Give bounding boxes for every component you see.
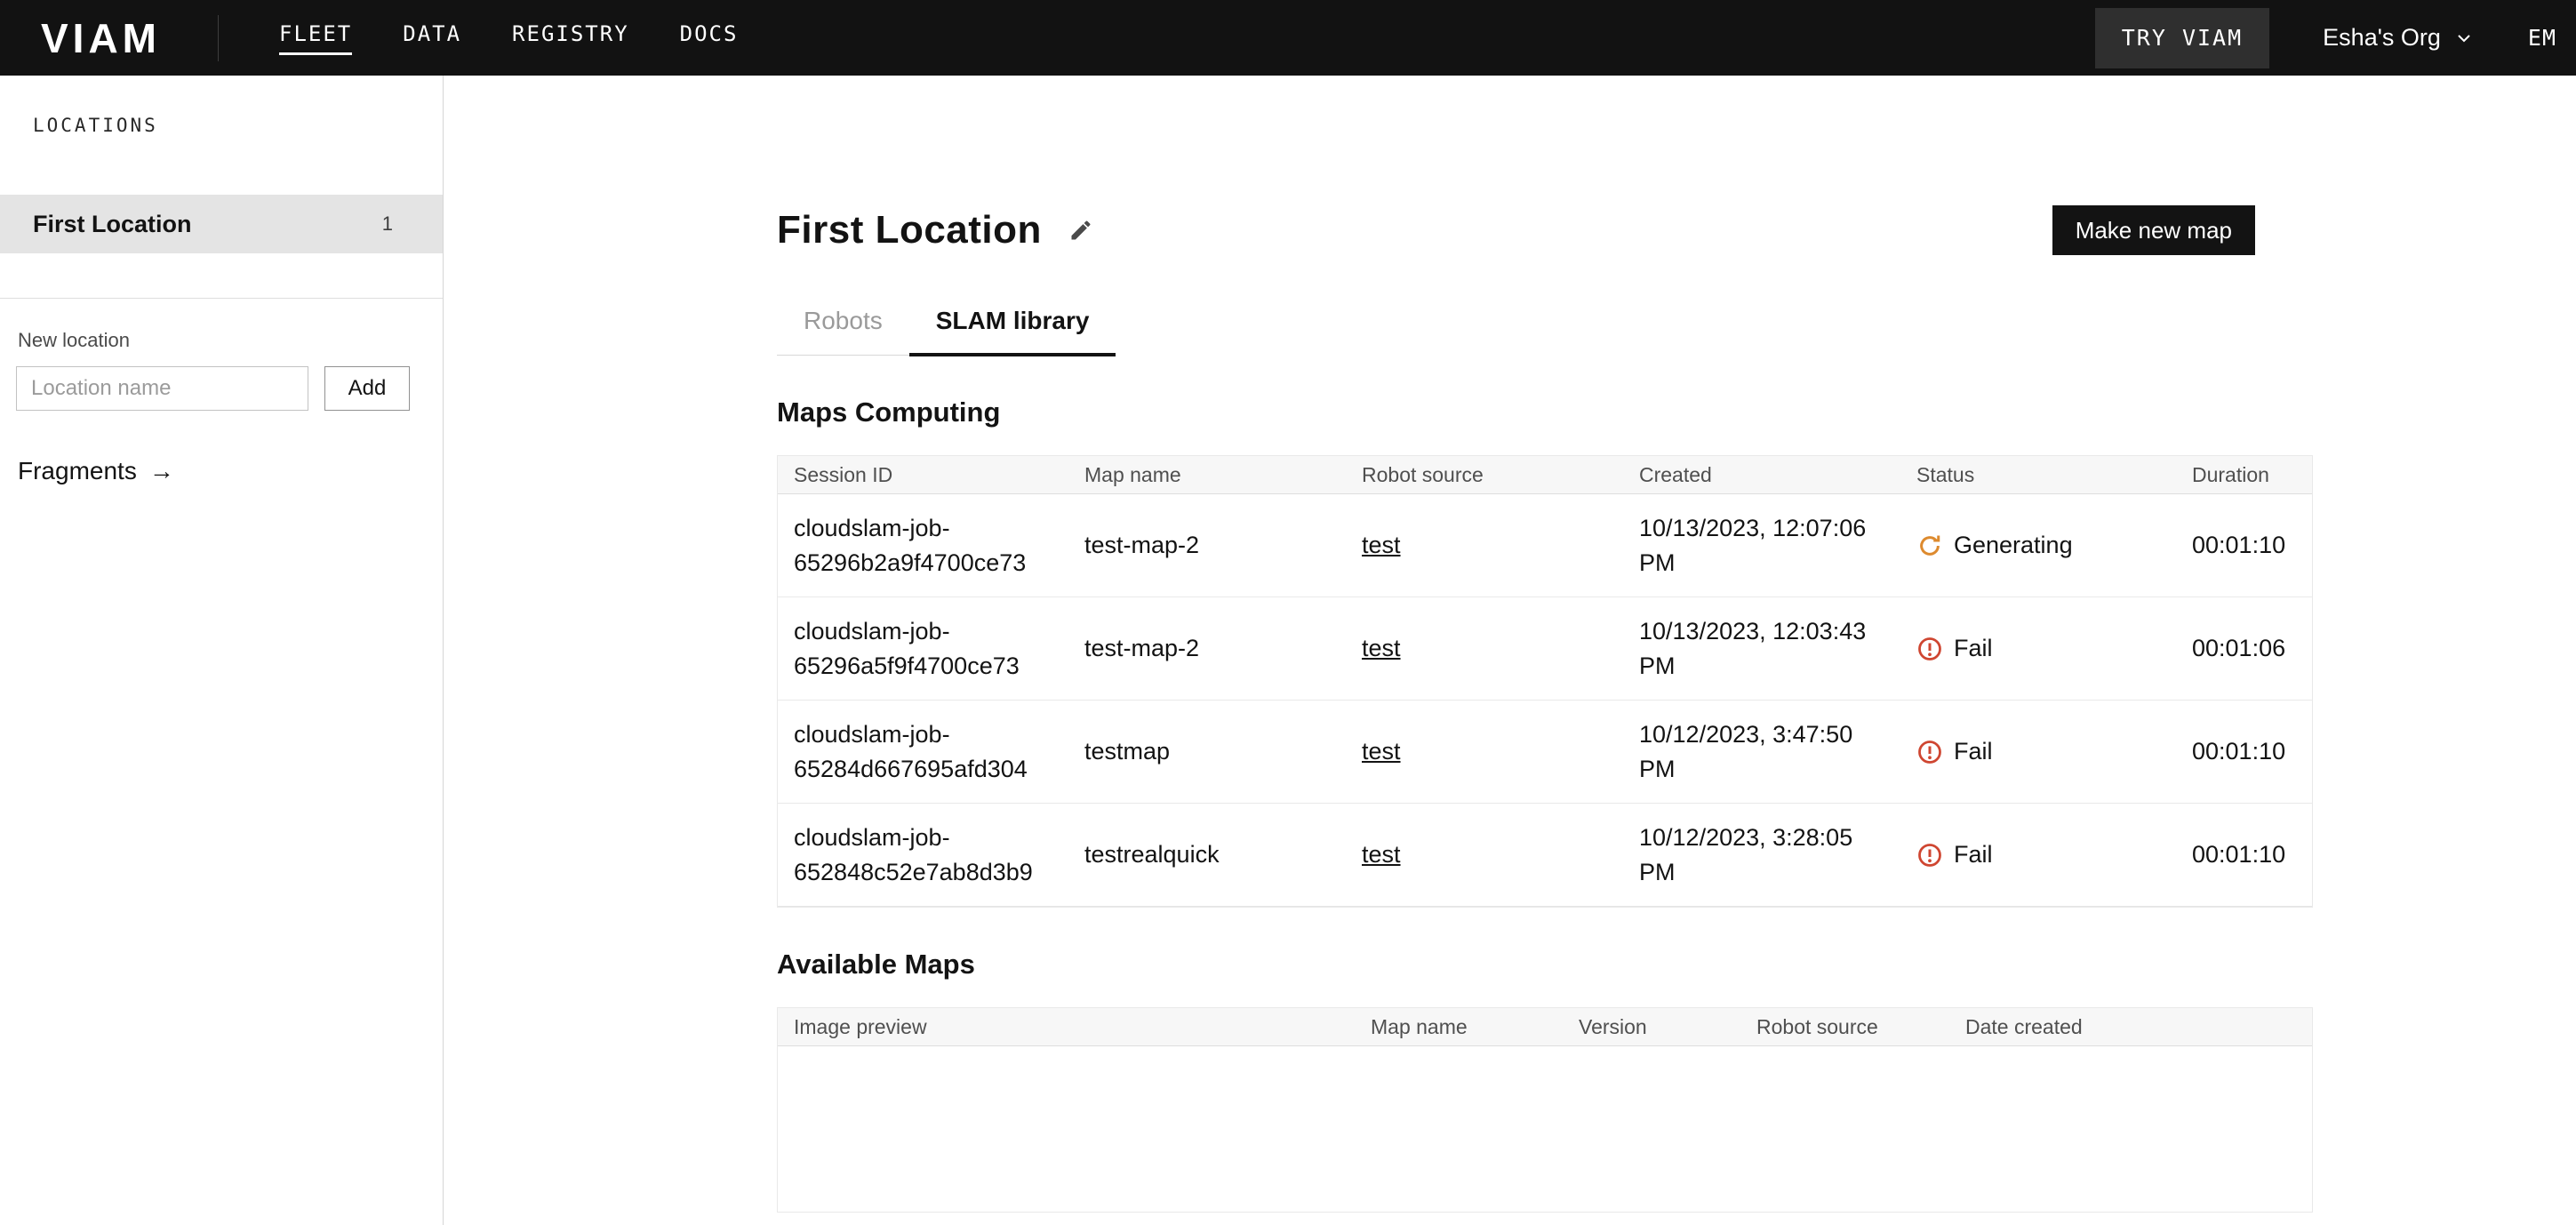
map-name-cell: test-map-2 bbox=[1068, 514, 1346, 576]
session-id-cell: cloudslam-job-652848c52e7ab8d3b9 bbox=[778, 806, 1068, 903]
status-label: Fail bbox=[1954, 841, 1993, 869]
duration-cell: 00:01:10 bbox=[2176, 720, 2312, 782]
table-row: cloudslam-job-65296a5f9f4700ce73 test-ma… bbox=[778, 597, 2312, 701]
table-row: cloudslam-job-652848c52e7ab8d3b9 testrea… bbox=[778, 804, 2312, 907]
maps-computing-table: Session ID Map name Robot source Created… bbox=[777, 455, 2313, 908]
map-name-cell: testrealquick bbox=[1068, 823, 1346, 885]
edit-location-name-icon[interactable] bbox=[1068, 218, 1093, 243]
duration-cell: 00:01:10 bbox=[2176, 514, 2312, 576]
status-label: Generating bbox=[1954, 532, 2073, 559]
topbar-right-group: TRY VIAM Esha's Org EM bbox=[2095, 8, 2556, 68]
available-maps-header: Image preview Map name Version Robot sou… bbox=[778, 1008, 2312, 1046]
status-fail-icon bbox=[1916, 636, 1943, 662]
page-title: First Location bbox=[777, 208, 1042, 252]
new-location-controls: Add bbox=[16, 366, 443, 411]
nav-item-data[interactable]: DATA bbox=[403, 21, 461, 55]
viam-logo[interactable]: VIAM bbox=[41, 14, 161, 62]
main-panel: First Location Make new map Robots SLAM … bbox=[444, 76, 2576, 1225]
status-label: Fail bbox=[1954, 635, 1993, 662]
nav-item-registry[interactable]: REGISTRY bbox=[512, 21, 629, 55]
make-new-map-button[interactable]: Make new map bbox=[2052, 205, 2255, 255]
location-tabs: Robots SLAM library bbox=[777, 307, 1116, 356]
available-maps-table: Image preview Map name Version Robot sou… bbox=[777, 1007, 2313, 1213]
user-avatar-initials[interactable]: EM bbox=[2528, 25, 2556, 51]
try-viam-button[interactable]: TRY VIAM bbox=[2095, 8, 2269, 68]
col-date-created: Date created bbox=[1949, 1015, 2312, 1039]
status-cell: Generating bbox=[1900, 532, 2176, 559]
fragments-label: Fragments bbox=[18, 457, 137, 485]
add-location-button[interactable]: Add bbox=[324, 366, 410, 411]
col-robot-source: Robot source bbox=[1346, 463, 1623, 487]
table-row: cloudslam-job-65284d667695afd304 testmap… bbox=[778, 701, 2312, 804]
session-id-cell: cloudslam-job-65284d667695afd304 bbox=[778, 703, 1068, 800]
created-cell: 10/13/2023, 12:03:43 PM bbox=[1623, 600, 1900, 697]
status-fail-icon bbox=[1916, 739, 1943, 765]
col-duration: Duration bbox=[2176, 463, 2312, 487]
sidebar-item-first-location[interactable]: First Location 1 bbox=[0, 195, 443, 253]
created-cell: 10/12/2023, 3:47:50 PM bbox=[1623, 703, 1900, 800]
robot-source-link[interactable]: test bbox=[1362, 532, 1401, 558]
robot-source-link[interactable]: test bbox=[1362, 738, 1401, 765]
status-label: Fail bbox=[1954, 738, 1993, 765]
status-cell: Fail bbox=[1900, 738, 2176, 765]
table-row: cloudslam-job-65296b2a9f4700ce73 test-ma… bbox=[778, 494, 2312, 597]
primary-nav: FLEET DATA REGISTRY DOCS bbox=[279, 21, 738, 55]
org-switcher[interactable]: Esha's Org bbox=[2323, 24, 2475, 52]
robot-source-link[interactable]: test bbox=[1362, 841, 1401, 868]
status-generating-icon bbox=[1916, 532, 1943, 559]
fragments-link[interactable]: Fragments → bbox=[18, 457, 443, 485]
tab-slam-library[interactable]: SLAM library bbox=[909, 307, 1116, 355]
tab-robots[interactable]: Robots bbox=[777, 307, 909, 355]
maps-computing-header: Session ID Map name Robot source Created… bbox=[778, 456, 2312, 494]
status-cell: Fail bbox=[1900, 841, 2176, 869]
created-cell: 10/13/2023, 12:07:06 PM bbox=[1623, 497, 1900, 594]
status-cell: Fail bbox=[1900, 635, 2176, 662]
sidebar-divider bbox=[0, 298, 443, 299]
col-image-preview: Image preview bbox=[778, 1015, 1355, 1039]
sidebar-heading: LOCATIONS bbox=[0, 76, 443, 136]
col-session-id: Session ID bbox=[778, 463, 1068, 487]
org-name: Esha's Org bbox=[2323, 24, 2441, 52]
top-navigation-bar: VIAM FLEET DATA REGISTRY DOCS TRY VIAM E… bbox=[0, 0, 2576, 76]
duration-cell: 00:01:10 bbox=[2176, 823, 2312, 885]
title-row: First Location Make new map bbox=[777, 205, 2313, 255]
col-map-name: Map name bbox=[1355, 1015, 1563, 1039]
nav-item-fleet[interactable]: FLEET bbox=[279, 21, 352, 55]
topbar-divider bbox=[218, 15, 219, 61]
available-maps-heading: Available Maps bbox=[777, 949, 2313, 981]
location-content: First Location Make new map Robots SLAM … bbox=[777, 205, 2313, 1213]
new-location-input[interactable] bbox=[16, 366, 308, 411]
duration-cell: 00:01:06 bbox=[2176, 617, 2312, 679]
maps-computing-heading: Maps Computing bbox=[777, 396, 2313, 428]
map-name-cell: testmap bbox=[1068, 720, 1346, 782]
status-fail-icon bbox=[1916, 842, 1943, 869]
col-version: Version bbox=[1563, 1015, 1740, 1039]
session-id-cell: cloudslam-job-65296b2a9f4700ce73 bbox=[778, 497, 1068, 594]
available-maps-empty-body bbox=[778, 1046, 2312, 1212]
nav-item-docs[interactable]: DOCS bbox=[680, 21, 739, 55]
map-name-cell: test-map-2 bbox=[1068, 617, 1346, 679]
new-location-label: New location bbox=[18, 329, 443, 352]
col-status: Status bbox=[1900, 463, 2176, 487]
chevron-down-icon bbox=[2453, 28, 2475, 49]
col-robot-source: Robot source bbox=[1740, 1015, 1949, 1039]
location-robot-count: 1 bbox=[382, 212, 393, 236]
col-map-name: Map name bbox=[1068, 463, 1346, 487]
location-name: First Location bbox=[33, 211, 192, 238]
created-cell: 10/12/2023, 3:28:05 PM bbox=[1623, 806, 1900, 903]
locations-sidebar: LOCATIONS First Location 1 New location … bbox=[0, 76, 444, 1225]
session-id-cell: cloudslam-job-65296a5f9f4700ce73 bbox=[778, 600, 1068, 697]
arrow-right-icon: → bbox=[149, 457, 174, 485]
col-created: Created bbox=[1623, 463, 1900, 487]
robot-source-link[interactable]: test bbox=[1362, 635, 1401, 661]
